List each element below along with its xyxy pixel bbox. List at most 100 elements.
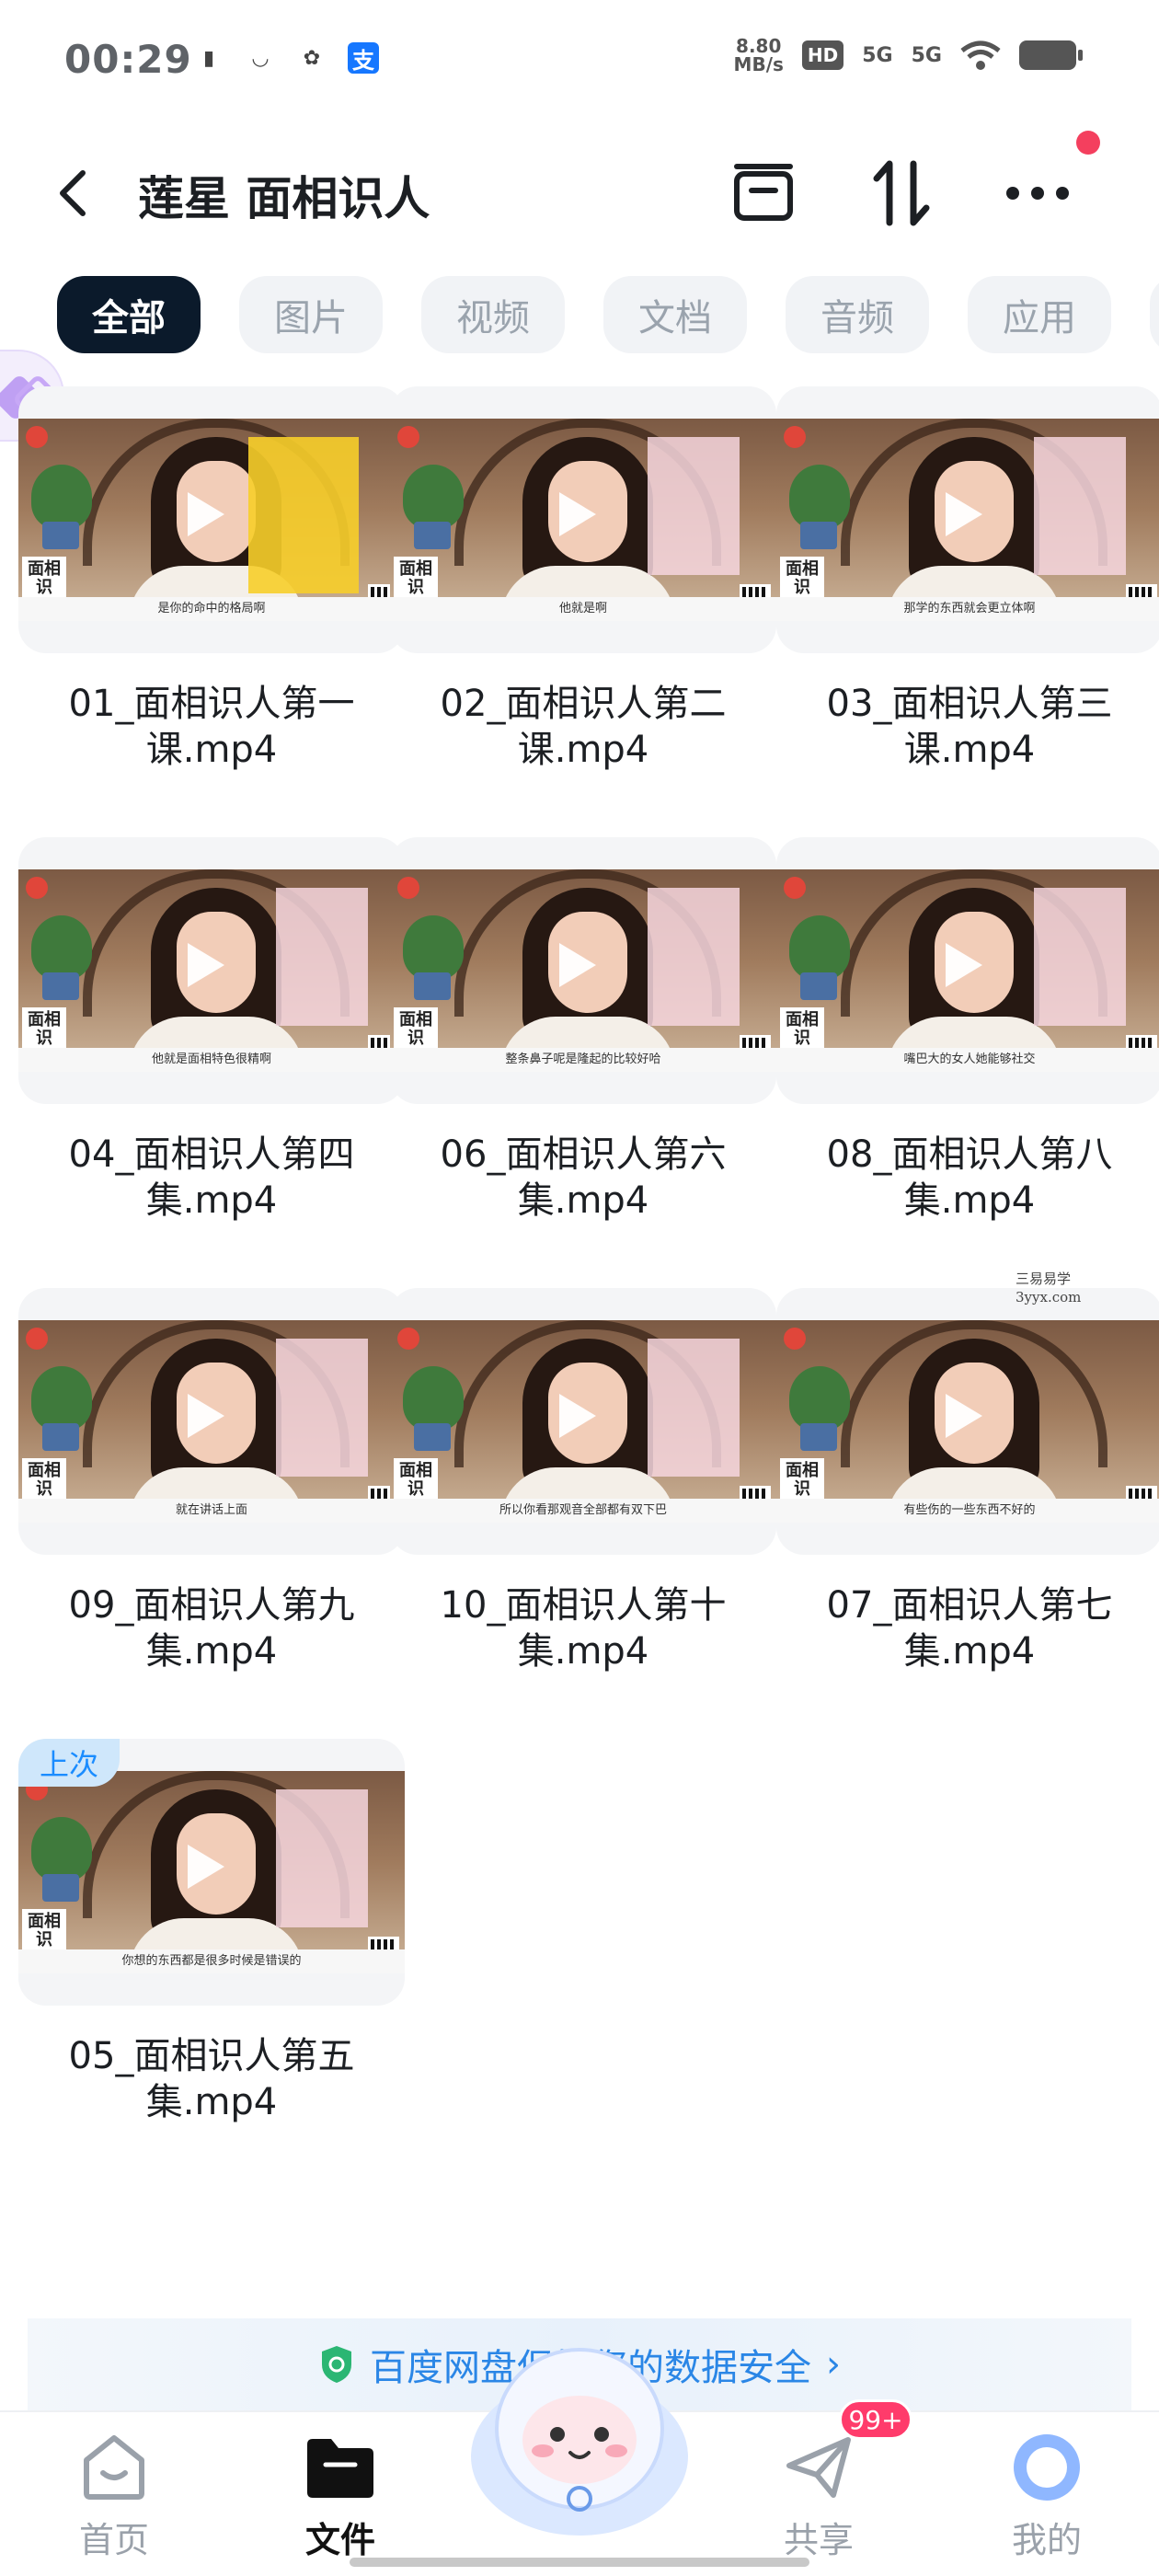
file-name: 10_面相识人第十 集.mp4 <box>440 1584 727 1673</box>
channel-logo-icon <box>784 426 806 448</box>
filter-tabs: 全部 图片 视频 文档 音频 应用 <box>57 276 1159 355</box>
play-icon <box>559 1394 596 1438</box>
video-subtitle: 所以你看那观音全部都有双下巴 <box>390 1499 776 1523</box>
channel-logo-icon <box>26 426 48 448</box>
video-thumbnail[interactable]: 面相识你想的东西都是很多时候是错误的 上次 <box>18 1739 405 2006</box>
assistant-mascot-button[interactable] <box>460 2337 699 2539</box>
clipboard-icon: ▮ <box>202 46 215 70</box>
status-bar: 00:29 ▮ ◡ ✿ 支 8.80 MB/s HD 5G 5G <box>0 0 1159 120</box>
video-subtitle: 嘴巴大的女人她能够社交 <box>776 1048 1159 1072</box>
play-icon <box>188 1845 224 1889</box>
tab-all[interactable]: 全部 <box>57 276 201 353</box>
overlay-panel <box>276 1789 368 1927</box>
home-indicator <box>350 2558 809 2567</box>
tab-videos[interactable]: 视频 <box>421 276 565 353</box>
video-thumbnail[interactable]: 面相识嘴巴大的女人她能够社交 <box>776 837 1159 1104</box>
sort-button[interactable] <box>866 158 936 228</box>
tab-overflow[interactable] <box>1150 276 1159 353</box>
video-subtitle: 那学的东西就会更立体啊 <box>776 597 1159 621</box>
tab-apps[interactable]: 应用 <box>968 276 1111 353</box>
plant-pot <box>42 1874 79 1902</box>
sort-arrows-icon <box>873 160 930 226</box>
video-thumbnail[interactable]: 面相识那学的东西就会更立体啊 <box>776 386 1159 653</box>
overlay-panel <box>248 437 359 593</box>
nav-mine[interactable]: 我的 <box>973 2431 1120 2569</box>
more-button[interactable] <box>1003 158 1073 228</box>
video-thumbnail[interactable]: 面相识就在讲话上面 <box>18 1288 405 1555</box>
watermark: 三易易学 3yyx.com <box>1016 1271 1082 1305</box>
plant-pot <box>42 972 79 1000</box>
overlay-panel <box>648 888 740 1026</box>
back-arrow-icon <box>60 170 86 216</box>
video-subtitle: 有些伤的一些东西不好的 <box>776 1499 1159 1523</box>
plant <box>403 1366 464 1431</box>
file-name: 03_面相识人第三 课.mp4 <box>826 683 1113 771</box>
file-name: 08_面相识人第八 集.mp4 <box>826 1133 1113 1222</box>
nav-home[interactable]: 首页 <box>40 2431 188 2569</box>
back-button[interactable] <box>55 166 101 221</box>
video-subtitle: 你想的东西都是很多时候是错误的 <box>18 1949 405 1973</box>
plant <box>789 915 850 980</box>
overlay-panel <box>1034 437 1126 575</box>
plant <box>789 465 850 529</box>
plant <box>403 915 464 980</box>
file-name: 04_面相识人第四 集.mp4 <box>68 1133 355 1222</box>
nav-files-label: 文件 <box>304 2520 375 2560</box>
battery-icon <box>1019 40 1083 70</box>
play-icon <box>188 1394 224 1438</box>
plant <box>31 465 92 529</box>
plant-pot <box>414 972 451 1000</box>
hd-icon: HD <box>801 40 844 70</box>
video-subtitle: 他就是啊 <box>390 597 776 621</box>
plant-pot <box>800 1423 837 1451</box>
video-thumbnail[interactable]: 面相识所以你看那观音全部都有双下巴 <box>390 1288 776 1555</box>
play-icon <box>946 1394 982 1438</box>
multi-select-button[interactable] <box>729 158 798 228</box>
mascot-icon <box>471 2348 688 2536</box>
app-notification-icon: ✿ <box>303 46 321 70</box>
folder-icon <box>304 2431 377 2504</box>
file-name: 07_面相识人第七 集.mp4 <box>826 1584 1113 1673</box>
overlay-panel <box>648 437 740 575</box>
plant-pot <box>800 522 837 549</box>
nav-home-label: 首页 <box>78 2520 149 2560</box>
nav-share[interactable]: 共享 <box>745 2431 892 2569</box>
notification-icons: ▮ ◡ ✿ 支 <box>193 42 379 74</box>
play-icon <box>559 943 596 987</box>
shield-icon <box>322 2346 351 2383</box>
video-thumbnail[interactable]: 面相识他就是面相特色很精啊 <box>18 837 405 1104</box>
tab-images[interactable]: 图片 <box>239 276 383 353</box>
play-icon <box>188 492 224 536</box>
file-name: 01_面相识人第一 课.mp4 <box>68 683 355 771</box>
video-subtitle: 是你的命中的格局啊 <box>18 597 405 621</box>
system-indicators: 8.80 MB/s HD 5G 5G <box>733 35 1083 75</box>
plant-pot <box>42 522 79 549</box>
video-thumbnail[interactable]: 面相识有些伤的一些东西不好的 <box>776 1288 1159 1555</box>
overlay-panel <box>648 1339 740 1477</box>
video-thumbnail[interactable]: 面相识整条鼻子呢是隆起的比较好哈 <box>390 837 776 1104</box>
plant <box>31 1817 92 1881</box>
more-dots-icon <box>1006 187 1069 200</box>
shield-notification-icon: ◡ <box>251 46 270 70</box>
overlay-panel <box>276 1339 368 1477</box>
video-thumbnail[interactable]: 面相识他就是啊 <box>390 386 776 653</box>
channel-logo-icon <box>26 1328 48 1350</box>
plant-pot <box>414 1423 451 1451</box>
plant <box>31 915 92 980</box>
file-name: 06_面相识人第六 集.mp4 <box>440 1133 727 1222</box>
tab-audio[interactable]: 音频 <box>786 276 929 353</box>
signal-5g-icon: 5G <box>862 43 893 67</box>
plant-pot <box>414 522 451 549</box>
chevron-right-icon: › <box>826 2343 841 2386</box>
paper-plane-icon <box>782 2431 855 2504</box>
status-time: 00:29 <box>64 37 192 82</box>
tab-documents[interactable]: 文档 <box>603 276 747 353</box>
select-box-icon <box>734 164 793 221</box>
channel-logo-icon <box>397 1328 419 1350</box>
overlay-panel <box>276 888 368 1026</box>
net-speed: 8.80 MB/s <box>733 35 784 75</box>
last-played-badge: 上次 <box>18 1739 120 1787</box>
video-thumbnail[interactable]: 面相识是你的命中的格局啊 <box>18 386 405 653</box>
nav-files[interactable]: 文件 <box>267 2431 414 2569</box>
play-icon <box>559 492 596 536</box>
